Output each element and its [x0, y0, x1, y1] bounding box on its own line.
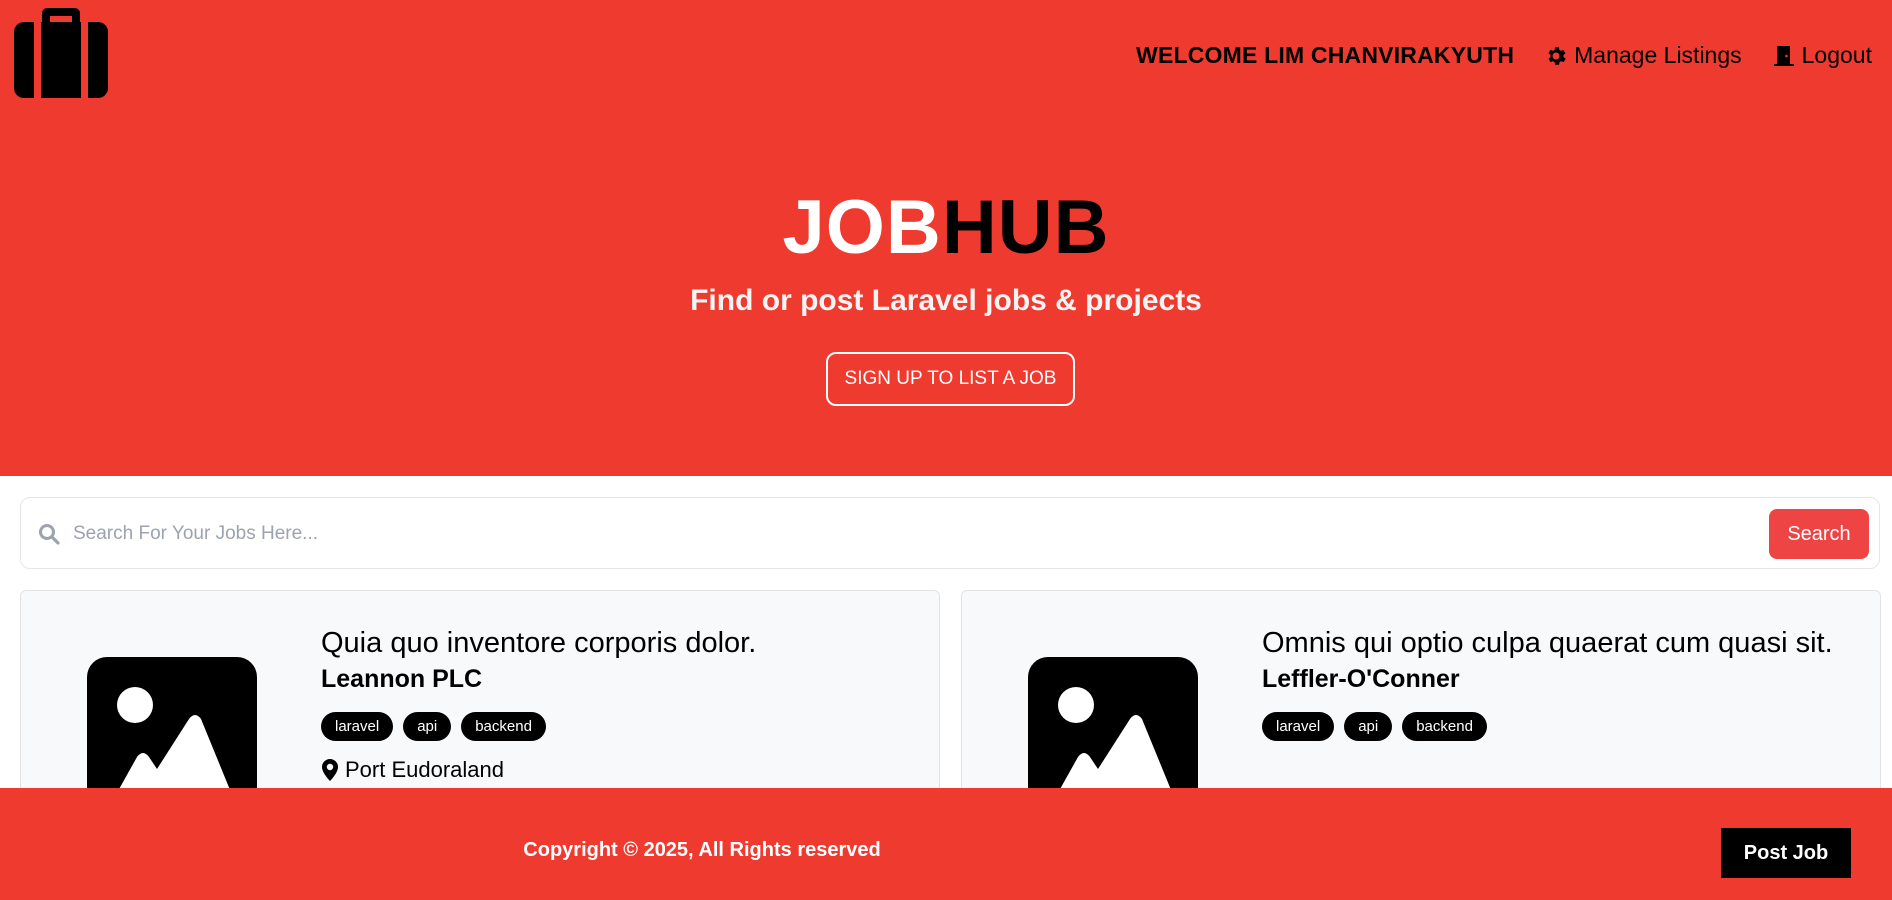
tag-list: laravel api backend — [1262, 712, 1842, 741]
job-info: Omnis qui optio culpa quaerat cum quasi … — [1262, 623, 1842, 741]
logout-label: Logout — [1801, 42, 1872, 68]
tag-laravel[interactable]: laravel — [1262, 712, 1335, 741]
brand-part-job: JOB — [782, 185, 942, 270]
search-icon — [39, 524, 60, 545]
briefcase-icon[interactable] — [12, 8, 108, 100]
job-title[interactable]: Quia quo inventore corporis dolor. — [321, 623, 901, 663]
tagline: Find or post Laravel jobs & projects — [690, 284, 1202, 317]
top-nav: WELCOME LIM CHANVIRAKYUTH Manage Listing… — [1136, 42, 1872, 69]
tag-api[interactable]: api — [403, 712, 452, 741]
hero-banner: WELCOME LIM CHANVIRAKYUTH Manage Listing… — [0, 0, 1892, 476]
logout-link[interactable]: Logout — [1772, 42, 1872, 69]
door-icon — [1773, 45, 1794, 66]
post-job-button[interactable]: Post Job — [1721, 828, 1851, 878]
footer: Copyright © 2025, All Rights reserved Po… — [0, 788, 1892, 900]
copyright-text: Copyright © 2025, All Rights reserved — [523, 838, 881, 861]
brand-part-hub: HUB — [941, 185, 1110, 270]
job-title[interactable]: Omnis qui optio culpa quaerat cum quasi … — [1262, 623, 1842, 663]
location-pin-icon — [322, 759, 338, 781]
tag-backend[interactable]: backend — [1402, 712, 1487, 741]
tag-laravel[interactable]: laravel — [321, 712, 394, 741]
brand-title: JOBHUB — [0, 185, 1892, 271]
company-name: Leannon PLC — [321, 665, 483, 693]
tag-list: laravel api backend — [321, 712, 901, 741]
search-button[interactable]: Search — [1769, 509, 1869, 559]
search-bar: Search — [20, 497, 1880, 569]
tag-api[interactable]: api — [1344, 712, 1393, 741]
location-label: Port Eudoraland — [345, 757, 504, 782]
signup-button[interactable]: SIGN UP TO LIST A JOB — [826, 352, 1075, 406]
manage-listings-label: Manage Listings — [1574, 42, 1742, 68]
job-location: Port Eudoraland — [321, 757, 901, 783]
job-info: Quia quo inventore corporis dolor. Leann… — [321, 623, 901, 783]
company-name: Leffler-O'Conner — [1262, 665, 1460, 693]
search-input[interactable] — [73, 512, 1773, 556]
welcome-text: WELCOME LIM CHANVIRAKYUTH — [1136, 42, 1515, 68]
tag-backend[interactable]: backend — [461, 712, 546, 741]
manage-listings-link[interactable]: Manage Listings — [1544, 42, 1742, 69]
gear-icon — [1548, 46, 1566, 65]
